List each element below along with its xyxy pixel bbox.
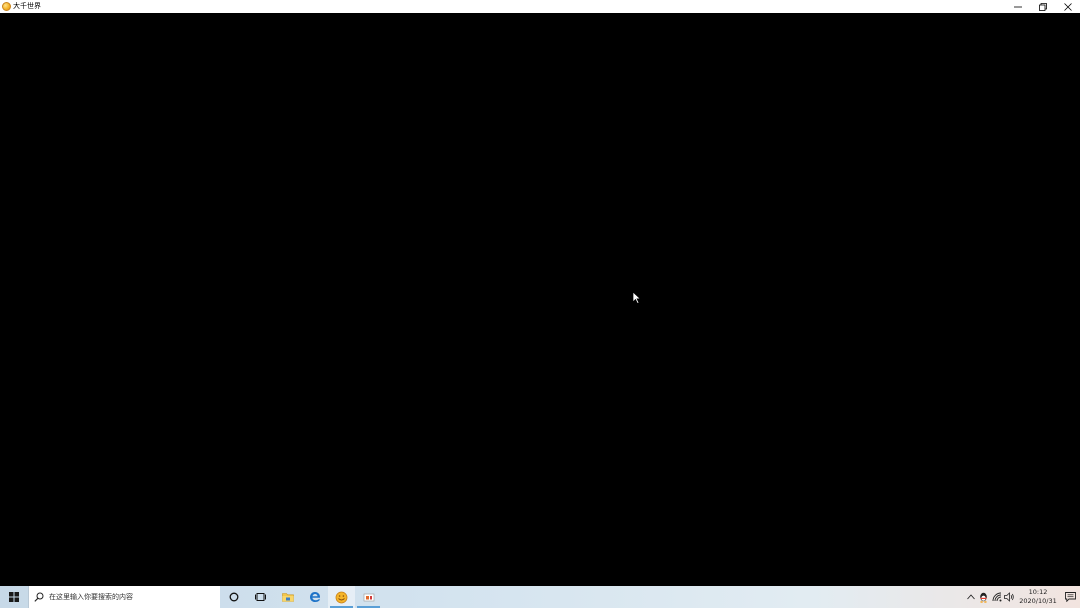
- search-placeholder: 在这里输入你要搜索的内容: [49, 593, 133, 601]
- app-window-icon: [363, 593, 374, 602]
- clock-time: 10:12: [1028, 588, 1048, 596]
- restore-icon: [1038, 2, 1047, 11]
- system-tray: 10:12 2020/10/31: [964, 586, 1080, 608]
- minimize-button[interactable]: [1005, 0, 1030, 13]
- edge-button[interactable]: [301, 586, 328, 608]
- app-content-area[interactable]: [0, 13, 1080, 586]
- volume-button[interactable]: [1003, 586, 1016, 608]
- taskbar: 在这里输入你要搜索的内容 10:12 2020/10/31: [0, 586, 1080, 608]
- cortana-button[interactable]: [220, 586, 247, 608]
- taskbar-clock[interactable]: 10:12 2020/10/31: [1016, 586, 1060, 608]
- window-controls: [1005, 0, 1080, 13]
- folder-icon: [281, 593, 294, 602]
- taskbar-search-box[interactable]: 在这里输入你要搜索的内容: [28, 586, 220, 608]
- network-button[interactable]: [990, 586, 1003, 608]
- close-icon: [1063, 2, 1072, 11]
- title-bar[interactable]: 大千世界: [0, 0, 1080, 13]
- action-center-button[interactable]: [1060, 586, 1080, 608]
- notification-icon: [1064, 592, 1076, 602]
- chevron-up-icon: [966, 594, 975, 600]
- app-taskbar-button[interactable]: [328, 586, 355, 608]
- network-icon: [992, 592, 1001, 602]
- app2-taskbar-button[interactable]: [355, 586, 382, 608]
- app-window: 大千世界: [0, 0, 1080, 586]
- start-button[interactable]: [0, 586, 28, 608]
- qq-penguin-icon: [980, 592, 987, 603]
- qq-tray-button[interactable]: [977, 586, 990, 608]
- window-title: 大千世界: [13, 2, 41, 10]
- minimize-icon: [1013, 6, 1022, 7]
- task-view-button[interactable]: [247, 586, 274, 608]
- edge-browser-icon: [309, 592, 320, 602]
- restore-button[interactable]: [1030, 0, 1055, 13]
- file-explorer-button[interactable]: [274, 586, 301, 608]
- show-hidden-icons-button[interactable]: [964, 586, 977, 608]
- windows-logo-icon: [9, 592, 19, 602]
- app-smiley-icon: [335, 591, 348, 603]
- task-view-icon: [255, 593, 266, 601]
- volume-icon: [1004, 592, 1014, 602]
- search-icon: [34, 592, 44, 602]
- clock-date: 2020/10/31: [1019, 597, 1057, 605]
- mouse-cursor-icon: [632, 291, 641, 304]
- app-smiley-icon: [2, 2, 11, 11]
- cortana-circle-icon: [229, 592, 238, 602]
- close-button[interactable]: [1055, 0, 1080, 13]
